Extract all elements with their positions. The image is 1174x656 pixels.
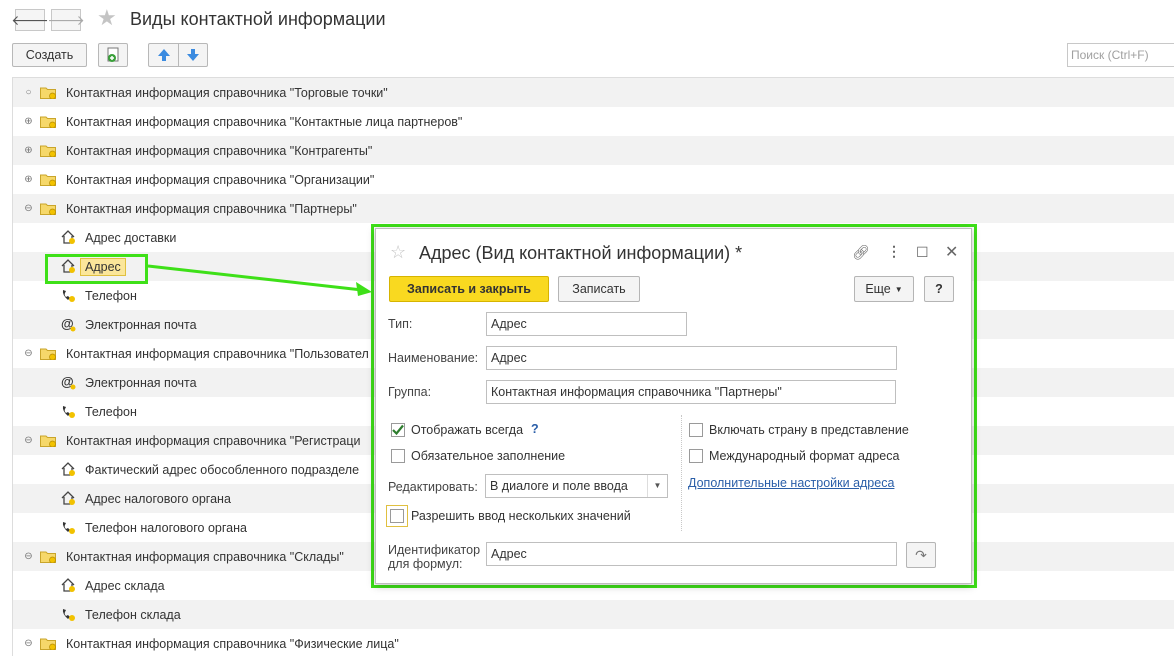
multi-values-checkbox[interactable] bbox=[390, 509, 404, 523]
favorite-star-icon[interactable]: ☆ bbox=[390, 242, 406, 263]
save-button[interactable]: Записать bbox=[558, 276, 640, 302]
identifier-label: Идентификатор для формул: bbox=[388, 543, 480, 571]
column-divider bbox=[681, 415, 682, 531]
link-icon[interactable]: 🔗︎ bbox=[852, 244, 870, 261]
type-label: Тип: bbox=[388, 317, 413, 331]
redo-arrow-icon: ↷ bbox=[915, 546, 927, 563]
contact-info-kind-dialog: ☆ Адрес (Вид контактной информации) * 🔗︎… bbox=[375, 228, 972, 584]
show-always-label: Отображать всегда bbox=[411, 423, 524, 437]
show-always-help[interactable]: ? bbox=[531, 422, 539, 436]
chevron-down-icon: ▼ bbox=[894, 284, 903, 294]
intl-format-checkbox[interactable] bbox=[689, 449, 703, 463]
more-label: Еще bbox=[865, 282, 891, 296]
name-label: Наименование: bbox=[388, 351, 479, 365]
required-label: Обязательное заполнение bbox=[411, 449, 566, 463]
edit-mode-select[interactable]: В диалоге и поле ввода ▼ bbox=[485, 474, 668, 498]
maximize-icon[interactable]: ☐ bbox=[916, 244, 929, 261]
save-and-close-button[interactable]: Записать и закрыть bbox=[389, 276, 549, 302]
required-checkbox[interactable] bbox=[391, 449, 405, 463]
edit-mode-value: В диалоге и поле ввода bbox=[490, 479, 628, 493]
help-button[interactable]: ? bbox=[924, 276, 954, 302]
intl-format-label: Международный формат адреса bbox=[709, 449, 900, 463]
multi-values-label: Разрешить ввод нескольких значений bbox=[411, 509, 631, 523]
group-label: Группа: bbox=[388, 385, 432, 399]
identifier-label-line1: Идентификатор bbox=[388, 543, 481, 557]
dialog-title: Адрес (Вид контактной информации) * bbox=[419, 243, 743, 263]
checkmark-icon bbox=[392, 424, 404, 436]
group-field[interactable]: Контактная информация справочника "Партн… bbox=[486, 380, 896, 404]
more-button[interactable]: Еще ▼ bbox=[854, 276, 914, 302]
include-country-checkbox[interactable] bbox=[689, 423, 703, 437]
generate-identifier-button[interactable]: ↷ bbox=[906, 542, 936, 568]
include-country-label: Включать страну в представление bbox=[709, 423, 909, 437]
dropdown-arrow-icon[interactable]: ▼ bbox=[647, 475, 667, 497]
type-field[interactable]: Адрес bbox=[486, 312, 687, 336]
name-field[interactable]: Адрес bbox=[486, 346, 897, 370]
more-vert-icon[interactable]: ⋮ bbox=[887, 243, 901, 260]
edit-mode-label: Редактировать: bbox=[388, 480, 478, 494]
extra-settings-link[interactable]: Дополнительные настройки адреса bbox=[688, 476, 894, 490]
show-always-checkbox[interactable] bbox=[391, 423, 405, 437]
identifier-label-line2: для формул: bbox=[388, 557, 463, 571]
identifier-field[interactable]: Адрес bbox=[486, 542, 897, 566]
close-icon[interactable]: ✕ bbox=[945, 242, 958, 262]
